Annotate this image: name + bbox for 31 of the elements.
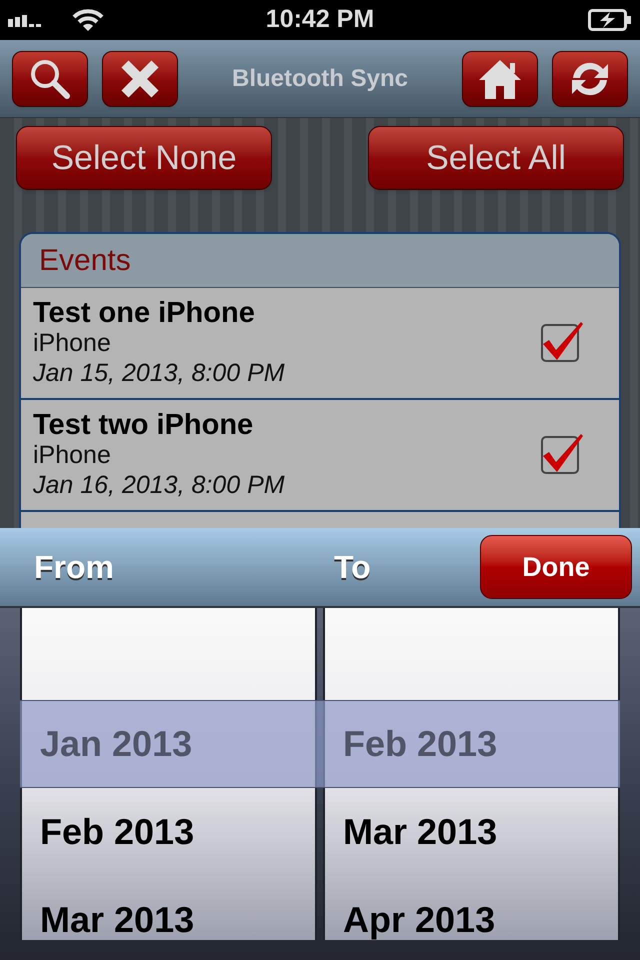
select-all-button[interactable]: Select All [368, 126, 624, 190]
picker-option[interactable]: Feb 2013 [40, 805, 194, 859]
section-header: Events [39, 243, 131, 279]
picker-option[interactable]: Jan 2013 [40, 717, 192, 771]
home-button[interactable] [462, 50, 538, 106]
picker-option[interactable]: Feb 2013 [343, 717, 498, 771]
event-date: Jan 16, 2013, 8:00 PM [33, 470, 286, 500]
picker-option[interactable]: Mar 2013 [40, 893, 194, 940]
home-icon [477, 58, 523, 100]
picker-option[interactable]: Apr 2013 [343, 893, 496, 940]
checkmark-icon [541, 320, 585, 362]
search-button[interactable] [12, 50, 88, 106]
event-title: Test two iPhone [33, 410, 254, 440]
screen-title: Bluetooth Sync [232, 64, 408, 92]
event-date: Jan 15, 2013, 8:00 PM [33, 358, 286, 388]
battery-icon [588, 9, 632, 31]
event-title: Test one iPhone [33, 298, 256, 328]
from-label: From [34, 548, 115, 587]
done-button[interactable]: Done [480, 535, 632, 599]
event-calendar: iPhone [33, 440, 112, 470]
refresh-button[interactable] [552, 50, 628, 106]
to-label: To [334, 548, 371, 587]
event-row[interactable]: Test two iPhone iPhone Jan 16, 2013, 8:00 PM [21, 400, 619, 512]
wifi-icon [72, 8, 104, 32]
event-row[interactable]: Test one iPhone iPhone Jan 15, 2013, 8:00 PM [21, 288, 619, 400]
checkmark-icon [541, 432, 585, 474]
event-calendar: iPhone [33, 328, 112, 358]
close-button[interactable] [102, 50, 178, 106]
select-none-button[interactable]: Select None [16, 126, 272, 190]
picker-option[interactable]: Mar 2013 [343, 805, 498, 859]
clock-time: 10:42 PM [266, 5, 374, 34]
